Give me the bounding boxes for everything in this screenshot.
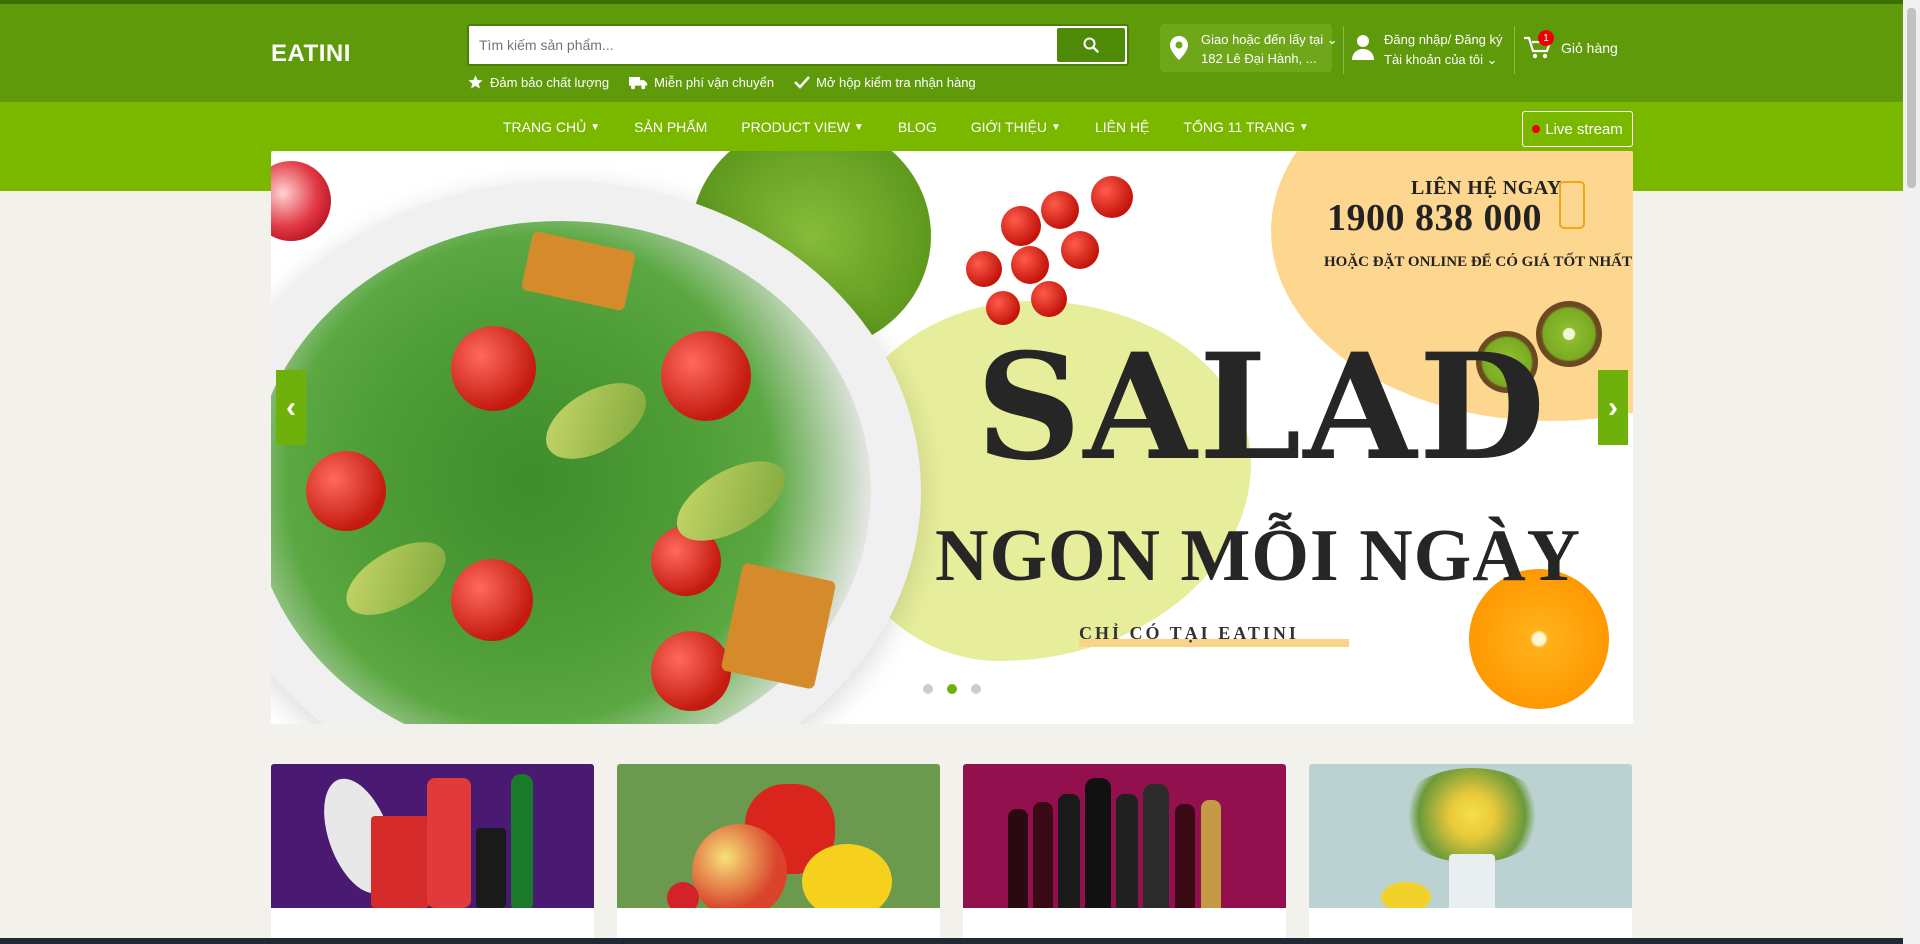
chevron-right-icon: › <box>1608 390 1618 424</box>
nav-item-contact[interactable]: LIÊN HỆ <box>1095 119 1149 135</box>
category-cards <box>271 764 1632 944</box>
cherry-tomato-image <box>986 291 1020 325</box>
location-address: 182 Lê Đại Hành, ... <box>1201 51 1317 66</box>
scrollbar[interactable] <box>1903 0 1920 944</box>
carousel-next-button[interactable]: › <box>1598 370 1628 445</box>
live-dot-icon <box>1532 125 1541 133</box>
live-stream-button[interactable]: Live stream <box>1522 111 1633 147</box>
tomato-image <box>661 331 751 421</box>
carousel-dot-active[interactable] <box>947 684 957 694</box>
category-card-produce[interactable] <box>617 764 940 944</box>
vase-image <box>1449 854 1495 916</box>
cherry-tomato-image <box>1031 281 1067 317</box>
category-card-flowers[interactable] <box>1309 764 1632 944</box>
truck-icon <box>629 76 648 89</box>
apple-image <box>692 824 787 919</box>
chevron-left-icon: ‹ <box>286 390 296 424</box>
search-button[interactable] <box>1057 28 1125 62</box>
flower-bouquet-image <box>1397 768 1547 863</box>
map-pin-icon <box>1170 36 1188 60</box>
logo[interactable]: EATINI <box>271 40 351 68</box>
perk-quality: Đảm bảo chất lượng <box>467 74 609 90</box>
location-label: Giao hoặc đến lấy tại ⌄ <box>1201 32 1338 47</box>
perk-label: Mở hộp kiểm tra nhận hàng <box>816 74 976 90</box>
wine-bottle-image <box>1116 794 1138 909</box>
user-icon <box>1352 35 1374 60</box>
tomato-image <box>651 631 731 711</box>
banner-tagline: CHỈ CÓ TẠI EATINI <box>1079 623 1299 643</box>
search-bar <box>467 24 1129 66</box>
wine-bottle-image <box>1201 800 1221 909</box>
chevron-down-icon: ▼ <box>1051 121 1061 133</box>
banner-phone[interactable]: 1900 838 000 <box>1327 196 1542 240</box>
banner-subheadline: NGON MỖI NGÀY <box>935 515 1582 597</box>
nav-menu: TRANG CHỦ ▼ SẢN PHẨM PRODUCT VIEW ▼ BLOG G… <box>503 119 1309 135</box>
taskbar <box>0 938 1903 944</box>
perk-inspection: Mở hộp kiểm tra nhận hàng <box>794 74 976 90</box>
cherry-tomato-image <box>1091 176 1133 218</box>
chevron-down-icon: ⌄ <box>1326 32 1338 47</box>
header-divider <box>1514 26 1515 74</box>
header-divider <box>1343 26 1344 74</box>
category-card-snacks[interactable] <box>271 764 594 944</box>
delivery-location[interactable]: Giao hoặc đến lấy tại ⌄ 182 Lê Đại Hành,… <box>1160 24 1338 72</box>
cherry-tomato-image <box>1041 191 1079 229</box>
wine-bottle-image <box>1085 778 1111 909</box>
nav-item-about[interactable]: GIỚI THIỆU ▼ <box>971 119 1061 135</box>
cart-count-badge: 1 <box>1538 30 1554 46</box>
beer-bottle-image <box>511 774 533 908</box>
scrollbar-thumb[interactable] <box>1907 8 1916 188</box>
tomato-image <box>306 451 386 531</box>
carousel-dot[interactable] <box>971 684 981 694</box>
tomato-image <box>451 559 533 641</box>
my-account-label: Tài khoản của tôi ⌄ <box>1384 52 1498 67</box>
check-icon <box>794 76 811 89</box>
header: EATINI Đảm bảo chất lượng Miễn phí vận c… <box>0 0 1903 102</box>
snack-bag-image <box>371 816 429 908</box>
cart-label: Giỏ hàng <box>1561 40 1618 56</box>
carousel-prev-button[interactable]: ‹ <box>276 370 306 445</box>
beer-can-image <box>476 828 506 908</box>
banner-order-text: HOẶC ĐẶT ONLINE ĐỂ CÓ GIÁ TỐT NHẤT <box>1324 254 1632 270</box>
carousel-dots <box>923 684 981 694</box>
banner-headline: SALAD <box>976 322 1548 493</box>
chevron-down-icon: ▼ <box>1298 121 1309 133</box>
nav-item-all-pages[interactable]: TỔNG 11 TRANG ▼ <box>1183 119 1308 135</box>
nav-item-product-view[interactable]: PRODUCT VIEW ▼ <box>741 119 864 135</box>
cherry-tomato-image <box>1011 246 1049 284</box>
carousel-dot[interactable] <box>923 684 933 694</box>
cherry-tomato-image <box>966 251 1002 287</box>
radish-image <box>271 161 331 241</box>
perks-list: Đảm bảo chất lượng Miễn phí vận chuyển M… <box>467 74 976 90</box>
category-card-wine[interactable] <box>963 764 1286 944</box>
chevron-down-icon: ⌄ <box>1486 52 1498 67</box>
phone-icon <box>1559 181 1585 229</box>
login-register-link[interactable]: Đăng nhập/ Đăng ký <box>1384 32 1503 47</box>
nav-item-products[interactable]: SẢN PHẨM <box>634 119 707 135</box>
search-input[interactable] <box>479 26 1059 64</box>
cherry-tomato-image <box>1061 231 1099 269</box>
nav-item-home[interactable]: TRANG CHỦ ▼ <box>503 119 600 135</box>
perk-label: Miễn phí vận chuyển <box>654 74 775 90</box>
wine-bottle-image <box>1033 802 1053 909</box>
search-icon <box>1083 37 1099 53</box>
cherry-tomato-image <box>1001 206 1041 246</box>
wine-bottle-image <box>1175 804 1195 909</box>
hero-banner[interactable]: LIÊN HỆ NGAY 1900 838 000 HOẶC ĐẶT ONLIN… <box>271 151 1633 724</box>
perk-label: Đảm bảo chất lượng <box>490 74 610 90</box>
chips-can-image <box>427 778 471 908</box>
wine-bottle-image <box>1058 794 1080 909</box>
star-icon <box>468 75 483 89</box>
chevron-down-icon: ▼ <box>853 121 864 133</box>
chevron-down-icon: ▼ <box>590 121 601 133</box>
perk-shipping: Miễn phí vận chuyển <box>629 74 774 90</box>
tomato-image <box>451 326 536 411</box>
champagne-bottle-image <box>1143 784 1169 909</box>
nav-item-blog[interactable]: BLOG <box>898 119 937 135</box>
wine-bottle-image <box>1008 809 1028 909</box>
